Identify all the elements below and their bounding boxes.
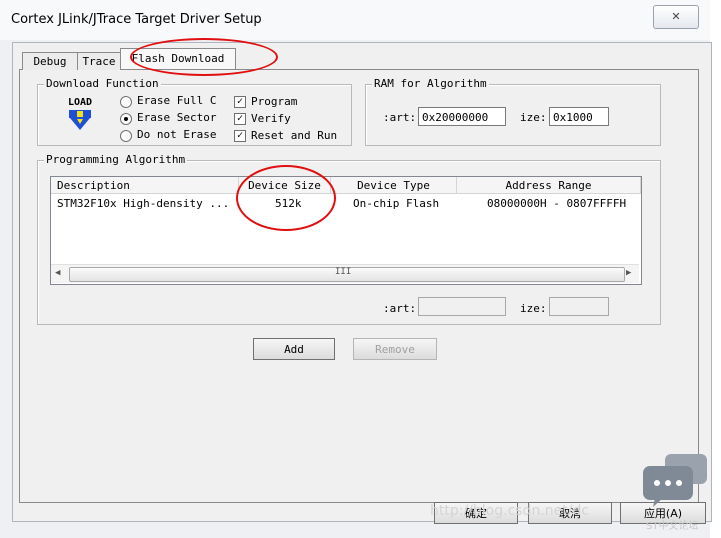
do-not-erase-radio[interactable]: [120, 130, 132, 142]
erase-sector-label: Erase Sector: [137, 111, 217, 124]
annotation-ellipse-device-size: [236, 165, 336, 231]
watermark-text: http://blog.csdn.net/dc: [430, 503, 590, 519]
row-device-type: On-chip Flash: [353, 197, 440, 210]
horizontal-scrollbar[interactable]: ◀ III ▶: [51, 264, 639, 283]
reset-and-run-label: Reset and Run: [251, 129, 338, 142]
table-row[interactable]: STM32F10x High-density ... 512k On-chip …: [51, 195, 641, 212]
verify-label: Verify: [251, 112, 291, 125]
erase-sector-radio[interactable]: [120, 113, 132, 125]
window-title: Cortex JLink/JTrace Target Driver Setup: [11, 12, 262, 27]
do-not-erase-label: Do not Erase: [137, 128, 217, 141]
algorithm-size-label: ize:: [520, 302, 547, 315]
download-function-title: Download Function: [44, 77, 161, 90]
row-address-range: 08000000H - 0807FFFFH: [487, 197, 627, 210]
erase-full-chip-label: Erase Full C: [137, 94, 217, 107]
scroll-left-icon[interactable]: ◀: [55, 268, 60, 278]
row-description: STM32F10x High-density ...: [57, 197, 230, 210]
verify-checkbox[interactable]: ✓: [234, 113, 246, 125]
tab-trace[interactable]: Trace: [77, 52, 121, 70]
erase-full-chip-radio[interactable]: [120, 96, 132, 108]
scroll-right-icon[interactable]: ▶: [626, 268, 631, 278]
ram-start-label: :art:: [383, 111, 417, 124]
column-device-type[interactable]: Device Type: [331, 177, 457, 194]
ram-for-algorithm-title: RAM for Algorithm: [372, 77, 489, 90]
scroll-thumb[interactable]: III: [69, 267, 625, 282]
chat-bubble-icon: [643, 454, 707, 507]
annotation-ellipse-flash-tab: [130, 38, 278, 76]
download-arrow-icon: [69, 110, 91, 130]
tab-debug[interactable]: Debug: [22, 52, 78, 70]
scroll-grip: III: [335, 267, 352, 277]
title-bar: Cortex JLink/JTrace Target Driver Setup …: [0, 0, 721, 40]
close-icon: ✕: [671, 10, 681, 23]
ram-start-input[interactable]: 0x20000000: [418, 107, 506, 126]
reset-and-run-checkbox[interactable]: ✓: [234, 130, 246, 142]
site-badge: ST中文论坛: [646, 521, 699, 532]
algorithm-size-input[interactable]: [549, 297, 609, 316]
column-description[interactable]: Description: [51, 177, 239, 194]
load-icon: LOAD: [62, 97, 98, 133]
add-button[interactable]: Add: [253, 338, 335, 360]
ram-size-input[interactable]: 0x1000: [549, 107, 609, 126]
algorithm-start-label: :art:: [383, 302, 417, 315]
program-label: Program: [251, 95, 298, 108]
column-address-range[interactable]: Address Range: [457, 177, 641, 194]
remove-button[interactable]: Remove: [353, 338, 437, 360]
ram-size-label: ize:: [520, 111, 547, 124]
program-checkbox[interactable]: ✓: [234, 96, 246, 108]
algorithm-start-input[interactable]: [418, 297, 506, 316]
close-button[interactable]: ✕: [653, 5, 699, 29]
programming-algorithm-title: Programming Algorithm: [44, 153, 188, 166]
